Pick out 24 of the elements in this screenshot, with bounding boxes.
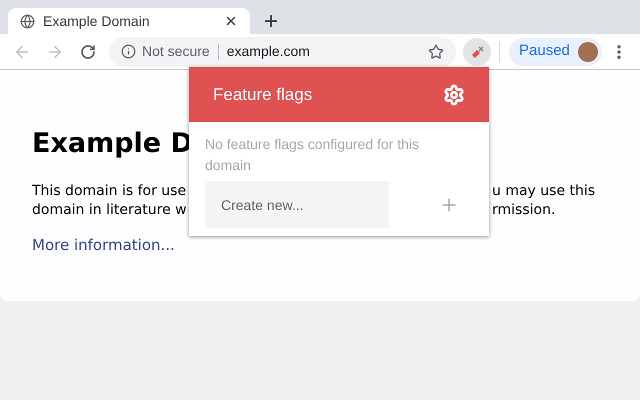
extension-button[interactable] [463, 38, 491, 66]
address-bar[interactable]: Not secure example.com [109, 36, 456, 66]
empty-message: No feature flags configured for this domain [205, 135, 420, 175]
bookmark-star-icon[interactable] [428, 44, 444, 60]
flag-icon [470, 44, 484, 58]
tab-title: Example Domain [43, 12, 151, 31]
new-tab-icon[interactable] [262, 12, 280, 30]
popup-title: Feature flags [213, 84, 312, 106]
reload-icon[interactable] [80, 44, 96, 60]
globe-icon [20, 14, 35, 28]
new-flag-input[interactable]: Create new... [205, 181, 389, 228]
profile-button[interactable]: Paused [509, 38, 602, 66]
paragraph-text: domain in literature w [32, 202, 187, 218]
paragraph-text: u may use this [492, 182, 596, 201]
security-label: Not secure [142, 42, 210, 61]
paragraph-text: rmission. [492, 201, 556, 220]
close-icon[interactable] [224, 14, 238, 28]
info-icon [121, 44, 136, 59]
settings-icon[interactable] [443, 84, 465, 106]
url-text: example.com [226, 42, 311, 61]
more-information-link[interactable]: More information... [32, 234, 175, 256]
browser-tab[interactable]: Example Domain [8, 8, 250, 34]
avatar [578, 42, 598, 62]
paragraph-text: This domain is for use [32, 183, 186, 199]
